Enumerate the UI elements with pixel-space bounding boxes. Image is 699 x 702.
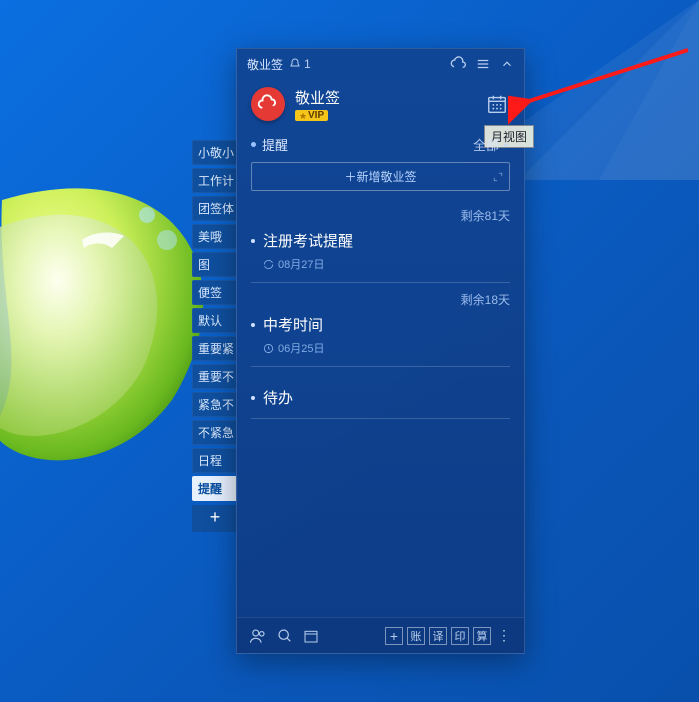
sidebar-tag[interactable]: 提醒 bbox=[192, 476, 238, 501]
cloud-sync-icon[interactable] bbox=[450, 56, 466, 72]
footer-add-button[interactable]: + bbox=[385, 627, 403, 645]
section-header: 提醒 全部 bbox=[237, 127, 524, 158]
sidebar-tag[interactable]: 美哦 bbox=[192, 224, 238, 249]
calendar-month-view-button[interactable]: 月视图 bbox=[484, 91, 510, 117]
vip-badge: VIP bbox=[295, 110, 328, 121]
remaining-label: 剩余18天 bbox=[251, 291, 510, 308]
chevron-down-icon bbox=[502, 141, 510, 149]
brand-row: 敬业签 VIP 月视图 bbox=[237, 79, 524, 127]
calendar-icon bbox=[486, 93, 508, 115]
section-label: 提醒 bbox=[262, 135, 288, 154]
sidebar-tag[interactable]: 紧急不 bbox=[192, 392, 238, 417]
titlebar[interactable]: 敬业签 1 bbox=[237, 49, 524, 79]
footer-tool-button[interactable]: 印 bbox=[451, 627, 469, 645]
sidebar-tag[interactable]: 便签 bbox=[192, 280, 238, 305]
sidebar-tag[interactable]: 工作计 bbox=[192, 168, 238, 193]
brand-logo bbox=[251, 87, 285, 121]
category-sidebar: 小敬小工作计团签体美哦图便签默认重要紧重要不紧急不不紧急日程提醒 + bbox=[192, 140, 238, 532]
chevron-up-icon[interactable] bbox=[500, 57, 514, 71]
sidebar-tag[interactable]: 小敬小 bbox=[192, 140, 238, 165]
notification-count: 1 bbox=[304, 57, 311, 71]
filter-dropdown[interactable]: 全部 bbox=[473, 135, 510, 154]
item-date: 06月25日 bbox=[263, 340, 510, 356]
titlebar-app-name: 敬业签 bbox=[247, 56, 283, 73]
clock-icon bbox=[263, 343, 274, 354]
sidebar-tag[interactable]: 不紧急 bbox=[192, 420, 238, 445]
reminder-list: 剩余81天注册考试提醒 08月27日剩余18天中考时间 06月25日待办 bbox=[237, 199, 524, 419]
sidebar-tag[interactable]: 重要紧 bbox=[192, 336, 238, 361]
sidebar-tag[interactable]: 默认 bbox=[192, 308, 238, 333]
footer-tool-button[interactable]: 译 bbox=[429, 627, 447, 645]
repeat-icon bbox=[263, 259, 274, 270]
item-title: 注册考试提醒 bbox=[251, 230, 510, 251]
reminder-item[interactable]: 剩余81天注册考试提醒 08月27日 bbox=[251, 199, 510, 283]
sidebar-tag[interactable]: 团签体 bbox=[192, 196, 238, 221]
sidebar-add-button[interactable]: + bbox=[192, 505, 238, 532]
sidebar-tag[interactable]: 图 bbox=[192, 252, 238, 277]
contacts-icon[interactable] bbox=[249, 627, 267, 645]
notification-indicator[interactable]: 1 bbox=[289, 57, 311, 71]
search-icon[interactable] bbox=[277, 628, 293, 644]
item-title: 中考时间 bbox=[251, 314, 510, 335]
footer-more-icon[interactable]: ⋮ bbox=[497, 627, 512, 644]
sidebar-tag[interactable]: 日程 bbox=[192, 448, 238, 473]
footer-tool-button[interactable]: 算 bbox=[473, 627, 491, 645]
item-title: 待办 bbox=[251, 387, 510, 408]
item-date: 08月27日 bbox=[263, 256, 510, 272]
calendar-small-icon[interactable] bbox=[303, 628, 319, 644]
menu-icon[interactable] bbox=[476, 57, 490, 71]
sidebar-tag[interactable]: 重要不 bbox=[192, 364, 238, 389]
remaining-label: 剩余81天 bbox=[251, 207, 510, 224]
section-dot-icon bbox=[251, 142, 256, 147]
add-note-button[interactable]: ＋新增敬业签 bbox=[251, 162, 510, 191]
app-window: 敬业签 1 敬业签 VIP bbox=[236, 48, 525, 654]
reminder-item[interactable]: 剩余18天中考时间 06月25日 bbox=[251, 283, 510, 367]
footer-tool-button[interactable]: 账 bbox=[407, 627, 425, 645]
expand-icon bbox=[493, 172, 503, 182]
bell-icon bbox=[289, 58, 301, 70]
footer-bar: + 账译印算 ⋮ bbox=[237, 617, 524, 653]
reminder-item[interactable]: 待办 bbox=[251, 367, 510, 419]
brand-name: 敬业签 bbox=[295, 87, 340, 108]
